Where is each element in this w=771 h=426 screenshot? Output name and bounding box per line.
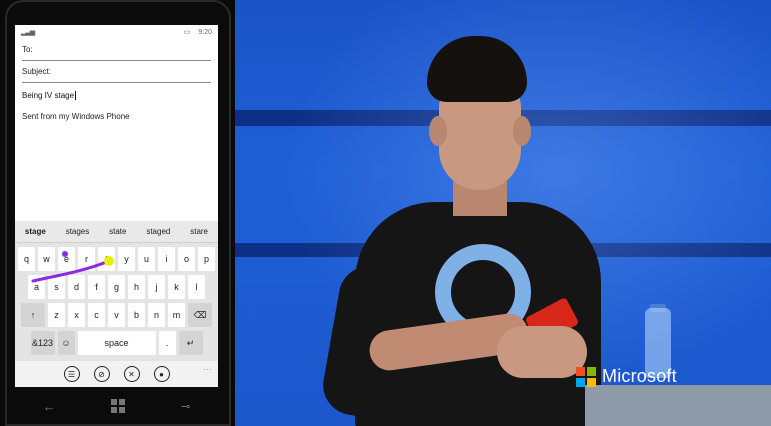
- email-body-input[interactable]: Being IV stage: [22, 91, 211, 101]
- keyboard-row-3-letters: zxcvbnm: [48, 303, 185, 327]
- subject-label: Subject:: [22, 67, 51, 76]
- numbers-key[interactable]: &123: [30, 331, 55, 355]
- podium: [585, 385, 771, 426]
- key-f[interactable]: f: [88, 275, 105, 299]
- suggestion-item[interactable]: staged: [146, 227, 170, 236]
- key-l[interactable]: l: [188, 275, 205, 299]
- attach-file-icon[interactable]: ⊘: [93, 366, 110, 382]
- signal-bars-icon: ▂▃▅: [21, 29, 35, 36]
- key-i[interactable]: i: [158, 247, 175, 271]
- enter-key[interactable]: ↵: [178, 331, 203, 355]
- email-body-text: Being IV stage: [22, 91, 75, 100]
- key-r[interactable]: r: [78, 247, 95, 271]
- word-suggestion-bar: stage stages state staged stare: [15, 221, 218, 243]
- discard-icon[interactable]: ✕: [123, 366, 140, 382]
- email-signature: Sent from my Windows Phone: [22, 112, 130, 122]
- key-h[interactable]: h: [128, 275, 145, 299]
- key-d[interactable]: d: [68, 275, 85, 299]
- emoji-key[interactable]: ☺: [57, 331, 75, 355]
- key-v[interactable]: v: [108, 303, 125, 327]
- to-field[interactable]: To:: [22, 39, 211, 61]
- back-arrow-icon[interactable]: ←: [43, 399, 56, 414]
- space-key[interactable]: space: [77, 331, 156, 355]
- status-time: 9:20: [198, 28, 212, 36]
- battery-icon: ▭: [183, 29, 191, 36]
- hardware-nav-bar: ← ⊸: [15, 392, 218, 420]
- keyboard-row-3: ↑ zxcvbnm ⌫: [15, 303, 218, 327]
- suggestion-item[interactable]: stage: [25, 227, 46, 236]
- presenter-hands: [497, 326, 587, 378]
- presenter-ear: [513, 116, 531, 146]
- text-caret: [75, 91, 77, 101]
- microsoft-logo: Microsoft: [576, 366, 677, 387]
- phone-screen: ▂▃▅ ▭ 9:20 To: Subject: Being IV stage S…: [15, 25, 218, 387]
- presenter: [318, 36, 601, 426]
- shift-key[interactable]: ↑: [21, 303, 45, 327]
- windows-logo-icon[interactable]: [111, 399, 126, 413]
- keyboard-row-4: &123 ☺ space . ↵: [15, 331, 218, 355]
- key-a[interactable]: a: [28, 275, 45, 299]
- key-t[interactable]: t: [98, 247, 115, 271]
- attach-contact-icon[interactable]: ☰: [63, 366, 80, 382]
- key-u[interactable]: u: [138, 247, 155, 271]
- suggestion-item[interactable]: stare: [190, 227, 208, 236]
- status-bar: ▂▃▅ ▭ 9:20: [15, 25, 218, 39]
- key-y[interactable]: y: [118, 247, 135, 271]
- key-k[interactable]: k: [168, 275, 185, 299]
- keyboard-row-2: asdfghjkl: [15, 275, 218, 299]
- microsoft-windows-squares-icon: [576, 366, 596, 387]
- key-z[interactable]: z: [48, 303, 65, 327]
- to-label: To:: [22, 45, 33, 54]
- keyboard-row-1: qwertyuiop: [15, 247, 218, 271]
- presenter-hair: [427, 36, 527, 102]
- voice-icon[interactable]: ●: [153, 366, 170, 382]
- presenter-ear: [429, 116, 447, 146]
- app-bar: ☰ ⊘ ✕ ● ...: [15, 361, 218, 387]
- key-m[interactable]: m: [168, 303, 185, 327]
- key-j[interactable]: j: [148, 275, 165, 299]
- key-x[interactable]: x: [68, 303, 85, 327]
- keynote-stage-background: Microsoft: [235, 0, 771, 426]
- on-screen-keyboard: stage stages state staged stare qwertyuiop a…: [15, 221, 218, 361]
- suggestion-item[interactable]: state: [109, 227, 126, 236]
- microsoft-wordmark: Microsoft: [602, 366, 677, 386]
- suggestion-item[interactable]: stages: [66, 227, 90, 236]
- backspace-key[interactable]: ⌫: [188, 303, 212, 327]
- key-o[interactable]: o: [178, 247, 195, 271]
- key-c[interactable]: c: [88, 303, 105, 327]
- key-w[interactable]: w: [38, 247, 55, 271]
- more-options-icon[interactable]: ...: [203, 365, 212, 372]
- key-n[interactable]: n: [148, 303, 165, 327]
- key-p[interactable]: p: [198, 247, 215, 271]
- key-g[interactable]: g: [108, 275, 125, 299]
- key-e[interactable]: e: [58, 247, 75, 271]
- key-b[interactable]: b: [128, 303, 145, 327]
- search-icon[interactable]: ⊸: [181, 400, 190, 413]
- key-s[interactable]: s: [48, 275, 65, 299]
- period-key[interactable]: .: [158, 331, 176, 355]
- subject-field[interactable]: Subject:: [22, 61, 211, 83]
- key-q[interactable]: q: [18, 247, 35, 271]
